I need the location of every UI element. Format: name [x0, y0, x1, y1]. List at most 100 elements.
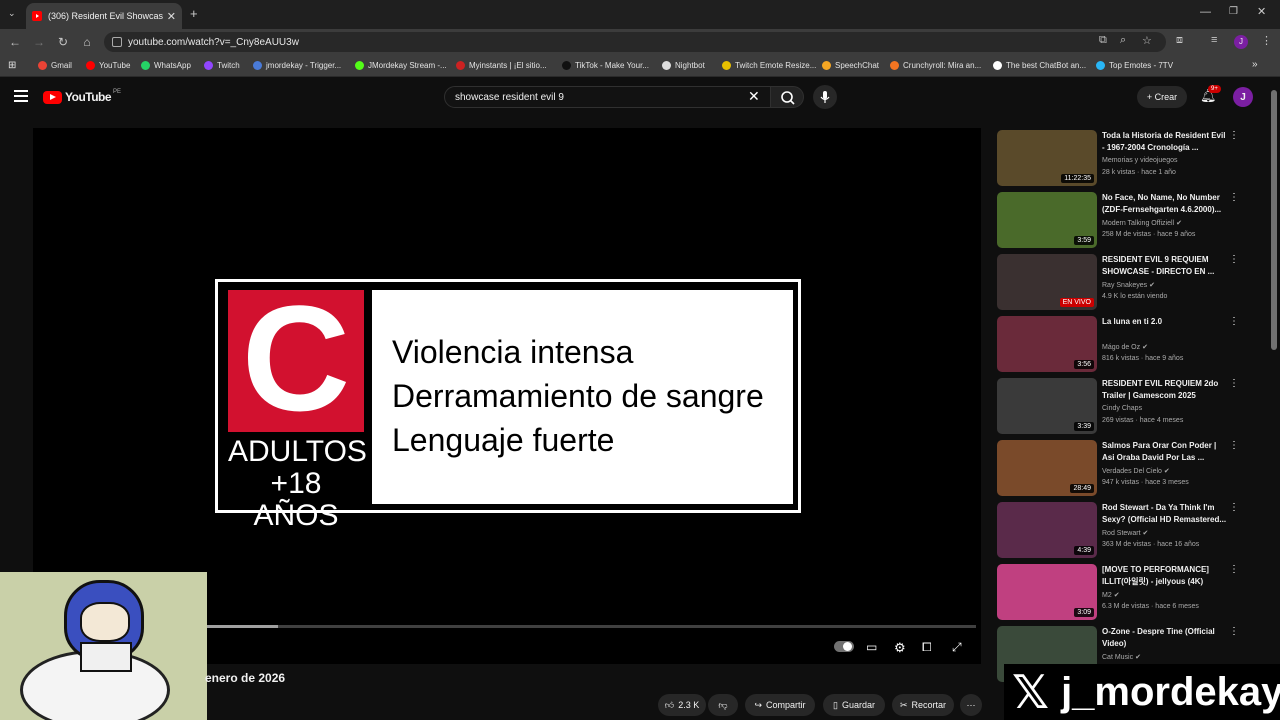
- video-thumbnail[interactable]: 3:56: [997, 316, 1097, 372]
- recommended-video[interactable]: 11:22:35 Toda la Historia de Resident Evi…: [997, 130, 1247, 186]
- more-options-icon[interactable]: ⋮: [1229, 378, 1239, 389]
- create-button[interactable]: + Crear: [1137, 86, 1187, 108]
- bookmark-item[interactable]: Myinstants | ¡El sitio...: [456, 61, 547, 70]
- video-title[interactable]: La luna en ti 2.0: [1102, 316, 1227, 328]
- more-options-icon[interactable]: ⋮: [1229, 440, 1239, 451]
- youtube-logo[interactable]: YouTube PE: [43, 89, 121, 104]
- more-options-icon[interactable]: ⋮: [1229, 502, 1239, 513]
- video-title[interactable]: Toda la Historia de Resident Evil - 1967…: [1102, 130, 1227, 154]
- like-button[interactable]: 👍︎ 2.3 K: [658, 694, 706, 716]
- site-info-icon[interactable]: [112, 37, 122, 47]
- miniplayer-icon[interactable]: ⧠: [922, 640, 932, 655]
- more-options-icon[interactable]: ⋮: [1229, 564, 1239, 575]
- video-thumbnail[interactable]: 4:39: [997, 502, 1097, 558]
- bookmark-star-icon[interactable]: ☆: [1142, 34, 1152, 47]
- video-title[interactable]: RESIDENT EVIL 9 REQUIEM SHOWCASE - DIREC…: [1102, 254, 1227, 278]
- video-progress-bar[interactable]: [206, 625, 976, 628]
- video-title[interactable]: Salmos Para Orar Con Poder | Asi Oraba D…: [1102, 440, 1227, 464]
- more-actions-button[interactable]: ⋯: [960, 694, 982, 716]
- bookmark-item[interactable]: SpeechChat: [822, 61, 879, 70]
- video-title[interactable]: No Face, No Name, No Number (ZDF-Fernseh…: [1102, 192, 1227, 216]
- recommended-video[interactable]: 4:39 Rod Stewart - Da Ya Think I'm Sexy? …: [997, 502, 1247, 558]
- more-options-icon[interactable]: ⋮: [1229, 316, 1239, 327]
- channel-name[interactable]: Cindy Chaps: [1102, 405, 1142, 412]
- search-button[interactable]: [770, 86, 804, 108]
- zoom-icon[interactable]: ⌕: [1120, 34, 1126, 47]
- autoplay-toggle[interactable]: [834, 641, 854, 652]
- tab-close-icon[interactable]: ✕: [167, 10, 176, 23]
- bookmark-item[interactable]: WhatsApp: [141, 61, 191, 70]
- recommended-video[interactable]: EN VIVO RESIDENT EVIL 9 REQUIEM SHOWCASE …: [997, 254, 1247, 310]
- share-button[interactable]: ↪ Compartir: [745, 694, 815, 716]
- recommended-video[interactable]: 3:09 [MOVE TO PERFORMANCE] ILLIT(아일릿) - j…: [997, 564, 1247, 620]
- video-thumbnail[interactable]: 3:39: [997, 378, 1097, 434]
- video-title[interactable]: Rod Stewart - Da Ya Think I'm Sexy? (Off…: [1102, 502, 1227, 526]
- bookmark-item[interactable]: Twitch Emote Resize...: [722, 61, 816, 70]
- bookmark-item[interactable]: jmordekay - Trigger...: [253, 61, 341, 70]
- video-title[interactable]: O-Zone - Despre Tine (Official Video): [1102, 626, 1227, 650]
- account-avatar[interactable]: J: [1233, 87, 1253, 107]
- tab-list-icon[interactable]: ⌄: [8, 8, 16, 19]
- video-thumbnail[interactable]: 28:49: [997, 440, 1097, 496]
- video-thumbnail[interactable]: 3:59: [997, 192, 1097, 248]
- bookmark-item[interactable]: Nightbot: [662, 61, 705, 70]
- recommended-video[interactable]: 3:59 No Face, No Name, No Number (ZDF-Fer…: [997, 192, 1247, 248]
- video-thumbnail[interactable]: EN VIVO: [997, 254, 1097, 310]
- close-window-icon[interactable]: ✕: [1257, 5, 1266, 18]
- video-thumbnail[interactable]: 3:09: [997, 564, 1097, 620]
- search-input[interactable]: showcase resident evil 9: [444, 86, 772, 108]
- tab-youtube[interactable]: (306) Resident Evil Showcase | T ✕: [26, 3, 182, 29]
- channel-name[interactable]: M2 ✔: [1102, 591, 1120, 599]
- dislike-button[interactable]: 👎︎: [708, 694, 738, 716]
- bookmark-item[interactable]: TikTok - Make Your...: [562, 61, 649, 70]
- video-title[interactable]: RESIDENT EVIL REQUIEM 2do Trailer | Game…: [1102, 378, 1227, 402]
- more-options-icon[interactable]: ⋮: [1229, 192, 1239, 203]
- channel-name[interactable]: Mágo de Oz ✔: [1102, 343, 1148, 351]
- forward-icon[interactable]: →: [31, 35, 47, 49]
- channel-name[interactable]: Modern Talking Offiziell ✔: [1102, 219, 1182, 227]
- more-options-icon[interactable]: ⋮: [1229, 626, 1239, 637]
- clip-button[interactable]: ✂ Recortar: [892, 694, 954, 716]
- bookmark-item[interactable]: Crunchyroll: Mira an...: [890, 61, 981, 70]
- channel-name[interactable]: Ray Snakeyes ✔: [1102, 281, 1155, 289]
- minimize-icon[interactable]: —: [1200, 6, 1211, 18]
- bookmark-item[interactable]: Gmail: [38, 61, 72, 70]
- hamburger-menu-icon[interactable]: [14, 90, 28, 102]
- settings-gear-icon[interactable]: ⚙: [894, 640, 906, 656]
- save-button[interactable]: ▯ Guardar: [823, 694, 885, 716]
- more-bookmarks-icon[interactable]: »: [1252, 59, 1258, 70]
- chrome-menu-icon[interactable]: ⋮: [1261, 34, 1272, 47]
- extensions-icon[interactable]: ⧈: [1176, 34, 1183, 47]
- channel-name[interactable]: Verdades Del Cielo ✔: [1102, 467, 1170, 475]
- bookmark-item[interactable]: JMordekay Stream -...: [355, 61, 447, 70]
- reload-icon[interactable]: ↻: [55, 35, 71, 49]
- video-thumbnail[interactable]: 11:22:35: [997, 130, 1097, 186]
- new-tab-button[interactable]: +: [190, 6, 198, 21]
- bookmark-item[interactable]: The best ChatBot an...: [993, 61, 1086, 70]
- home-icon[interactable]: ⌂: [79, 35, 95, 49]
- profile-avatar[interactable]: J: [1234, 35, 1248, 49]
- recommended-video[interactable]: 28:49 Salmos Para Orar Con Poder | Asi Or…: [997, 440, 1247, 496]
- install-app-icon[interactable]: ⧉: [1099, 34, 1107, 47]
- apps-grid-icon[interactable]: ⊞: [8, 60, 16, 71]
- restore-icon[interactable]: ❐: [1229, 6, 1238, 17]
- scrollbar[interactable]: [1271, 90, 1277, 350]
- video-title[interactable]: [MOVE TO PERFORMANCE] ILLIT(아일릿) - jelly…: [1102, 564, 1227, 588]
- clear-search-icon[interactable]: ✕: [748, 88, 760, 105]
- back-icon[interactable]: ←: [7, 35, 23, 49]
- recommended-video[interactable]: 3:56 La luna en ti 2.0 Mágo de Oz ✔ 816 k v…: [997, 316, 1247, 372]
- voice-search-button[interactable]: [813, 85, 837, 109]
- channel-name[interactable]: Memorias y videojuegos: [1102, 157, 1177, 164]
- bookmark-item[interactable]: YouTube: [86, 61, 130, 70]
- media-control-icon[interactable]: ≡: [1211, 34, 1217, 46]
- bookmark-item[interactable]: Top Emotes - 7TV: [1096, 61, 1173, 70]
- recommended-video[interactable]: 3:39 RESIDENT EVIL REQUIEM 2do Trailer | …: [997, 378, 1247, 434]
- address-bar[interactable]: youtube.com/watch?v=_Cny8eAUU3w: [104, 32, 1166, 52]
- channel-name[interactable]: Rod Stewart ✔: [1102, 529, 1148, 537]
- fullscreen-icon[interactable]: ⤢: [952, 640, 962, 655]
- subtitles-icon[interactable]: ▭: [866, 640, 877, 654]
- bookmark-item[interactable]: Twitch: [204, 61, 240, 70]
- channel-name[interactable]: Cat Music ✔: [1102, 653, 1141, 661]
- more-options-icon[interactable]: ⋮: [1229, 254, 1239, 265]
- more-options-icon[interactable]: ⋮: [1229, 130, 1239, 141]
